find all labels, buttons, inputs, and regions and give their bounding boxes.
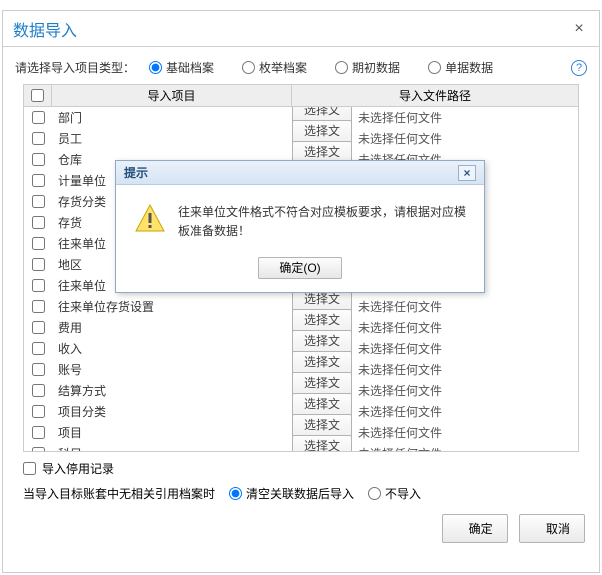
header-checkbox-cell [24,85,52,106]
radio-enum-input[interactable] [242,61,255,74]
pick-file-button[interactable]: 选择文件 [292,435,352,453]
row-item-name: 科目 [52,445,292,452]
alert-modal: 提示 × 往来单位文件格式不符合对应模板要求，请根据对应模板准备数据！ 确定(O… [115,160,485,293]
radio-enum[interactable]: 枚举档案 [242,59,307,76]
modal-title: 提示 [124,164,148,181]
radio-basic-input[interactable] [149,61,162,74]
row-item-name: 项目 [52,424,292,441]
type-option-row: 请选择导入项目类型： 基础档案 枚举档案 期初数据 单据数据 ? [3,47,599,84]
import-stopped-label: 导入停用记录 [42,460,114,477]
cancel-button[interactable]: 取消 [519,514,585,543]
row-item-name: 项目分类 [52,403,292,420]
row-checkbox[interactable] [32,384,45,397]
missing-ref-label: 当导入目标账套中无相关引用档案时 [23,485,215,502]
row-checkbox[interactable] [32,426,45,439]
row-checkbox[interactable] [32,321,45,334]
radio-skip[interactable]: 不导入 [368,485,421,502]
dialog-titlebar: 数据导入 × [3,11,599,47]
radio-clear-input[interactable] [229,487,242,500]
row-checkbox[interactable] [32,258,45,271]
modal-footer: 确定(O) [116,251,484,292]
row-item-name: 往来单位存货设置 [52,298,292,315]
modal-close-icon[interactable]: × [458,165,476,181]
row-checkbox[interactable] [32,363,45,376]
row-checkbox[interactable] [32,342,45,355]
modal-ok-button[interactable]: 确定(O) [258,257,341,279]
header-item: 导入项目 [52,85,292,106]
dialog-footer: 确定 取消 [3,510,599,553]
table-row: 科目选择文件未选择任何文件 [24,443,578,452]
radio-initial[interactable]: 期初数据 [335,59,400,76]
row-checkbox[interactable] [32,174,45,187]
row-item-name: 费用 [52,319,292,336]
radio-basic[interactable]: 基础档案 [149,59,214,76]
row-checkbox[interactable] [32,405,45,418]
row-checkbox[interactable] [32,195,45,208]
warning-icon [134,203,166,235]
row-item-name: 部门 [52,109,292,126]
import-stopped-checkbox[interactable] [23,462,36,475]
close-icon[interactable]: × [569,19,589,39]
radio-skip-input[interactable] [368,487,381,500]
radio-initial-input[interactable] [335,61,348,74]
table-header: 导入项目 导入文件路径 [24,85,578,107]
row-checkbox[interactable] [32,216,45,229]
modal-message: 往来单位文件格式不符合对应模板要求，请根据对应模板准备数据！ [178,203,466,241]
row-item-name: 员工 [52,130,292,147]
radio-clear[interactable]: 清空关联数据后导入 [229,485,354,502]
row-checkbox[interactable] [32,237,45,250]
type-label: 请选择导入项目类型： [15,59,135,76]
stopped-option: 导入停用记录 [3,452,599,481]
row-checkbox[interactable] [32,447,45,452]
row-item-name: 账号 [52,361,292,378]
modal-body: 往来单位文件格式不符合对应模板要求，请根据对应模板准备数据！ [116,185,484,251]
row-checkbox[interactable] [32,300,45,313]
modal-titlebar: 提示 × [116,161,484,185]
row-checkbox[interactable] [32,132,45,145]
type-radio-group: 基础档案 枚举档案 期初数据 单据数据 [149,59,503,76]
row-item-name: 结算方式 [52,382,292,399]
row-item-name: 收入 [52,340,292,357]
select-all-checkbox[interactable] [31,89,44,102]
missing-ref-row: 当导入目标账套中无相关引用档案时 清空关联数据后导入 不导入 [3,481,599,510]
dialog-title: 数据导入 [13,17,77,41]
help-icon[interactable]: ? [571,60,587,76]
row-checkbox[interactable] [32,279,45,292]
radio-bill-input[interactable] [428,61,441,74]
row-checkbox[interactable] [32,153,45,166]
row-checkbox[interactable] [32,111,45,124]
file-path-text: 未选择任何文件 [358,445,442,452]
ok-button[interactable]: 确定 [442,514,508,543]
header-path: 导入文件路径 [292,85,578,106]
radio-bill[interactable]: 单据数据 [428,59,493,76]
